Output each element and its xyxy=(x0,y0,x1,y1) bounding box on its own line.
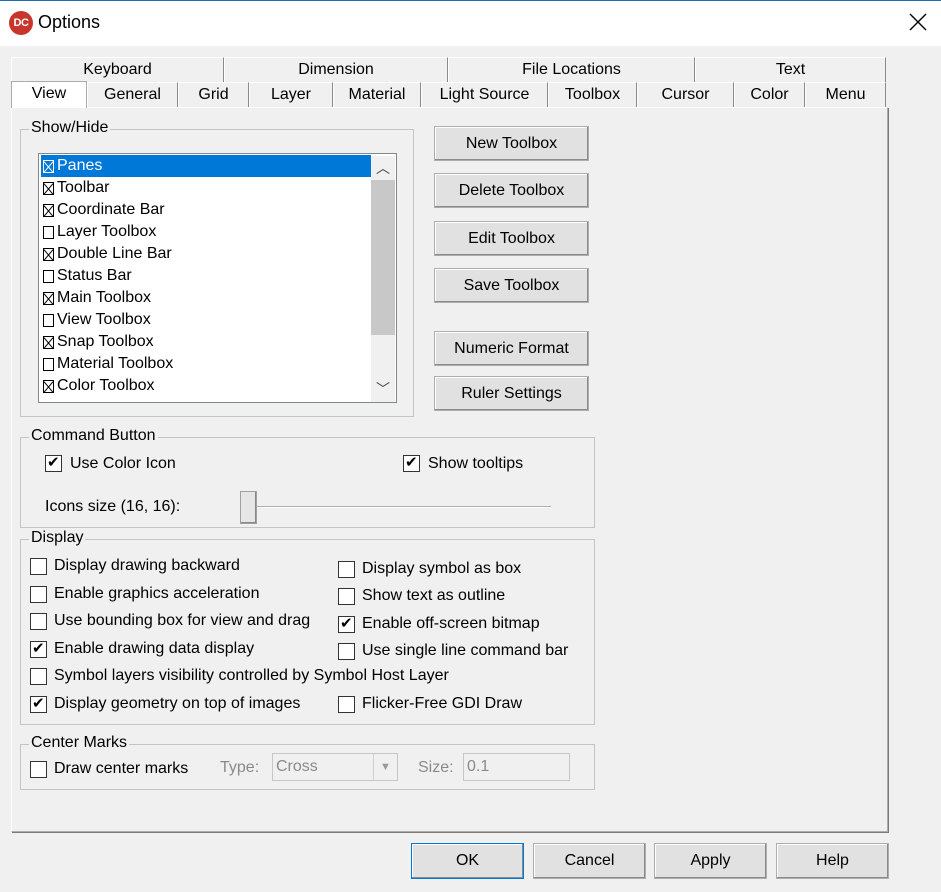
display-backward-checkbox[interactable] xyxy=(30,558,47,575)
list-item[interactable]: Color Toolbox xyxy=(41,375,371,397)
list-item[interactable]: Layer Toolbox xyxy=(41,221,371,243)
tab-file-locations[interactable]: File Locations xyxy=(448,57,695,82)
title-bar xyxy=(0,0,941,46)
checkbox-icon xyxy=(43,380,54,393)
draw-center-marks-checkbox[interactable] xyxy=(30,761,47,778)
scroll-down-icon[interactable]: ﹀ xyxy=(371,378,395,400)
type-label: Type: xyxy=(220,759,260,776)
list-item[interactable]: Snap Toolbox xyxy=(41,331,371,353)
checkbox-icon xyxy=(43,314,54,327)
text-as-outline-label: Show text as outline xyxy=(362,587,506,604)
tab-dimension[interactable]: Dimension xyxy=(224,57,448,82)
text-as-outline-checkbox[interactable] xyxy=(338,588,355,605)
checkbox-icon xyxy=(43,182,54,195)
bounding-box-label: Use bounding box for view and drag xyxy=(54,612,311,629)
flicker-free-gdi-label: Flicker-Free GDI Draw xyxy=(362,695,523,712)
list-item[interactable]: View Toolbox xyxy=(41,309,371,331)
display-label: Display xyxy=(29,529,86,547)
tab-view[interactable]: View xyxy=(11,81,87,108)
list-item[interactable]: Status Bar xyxy=(41,265,371,287)
apply-button[interactable]: Apply xyxy=(654,843,767,879)
checkbox-icon xyxy=(43,226,54,239)
use-color-icon-checkbox[interactable] xyxy=(45,453,62,472)
list-item[interactable]: Main Toolbox xyxy=(41,287,371,309)
tab-color[interactable]: Color xyxy=(734,82,805,107)
scroll-up-icon[interactable]: ︿ xyxy=(371,157,395,179)
tab-general[interactable]: General xyxy=(87,82,178,107)
graphics-acceleration-label: Enable graphics acceleration xyxy=(54,585,260,602)
checkbox-icon xyxy=(43,358,54,371)
draw-center-marks-label: Draw center marks xyxy=(54,760,189,777)
delete-toolbox-button[interactable]: Delete Toolbox xyxy=(434,173,589,208)
size-label: Size: xyxy=(418,759,454,776)
symbol-as-box-checkbox[interactable] xyxy=(338,561,355,578)
checkbox-icon xyxy=(43,402,54,403)
offscreen-bitmap-label: Enable off-screen bitmap xyxy=(362,615,540,632)
save-toolbox-button[interactable]: Save Toolbox xyxy=(434,268,589,303)
list-item[interactable]: Panes xyxy=(41,155,371,177)
checkbox-icon xyxy=(43,248,54,261)
display-backward-label: Display drawing backward xyxy=(54,557,240,574)
close-icon[interactable] xyxy=(905,9,931,35)
symbol-as-box-label: Display symbol as box xyxy=(362,560,522,577)
numeric-format-button[interactable]: Numeric Format xyxy=(434,331,589,366)
list-item[interactable]: Material Toolbox xyxy=(41,353,371,375)
checkbox-icon xyxy=(43,292,54,305)
ruler-settings-button[interactable]: Ruler Settings xyxy=(434,376,589,411)
geometry-on-top-label: Display geometry on top of images xyxy=(54,695,301,712)
list-item[interactable]: Coordinate Bar xyxy=(41,199,371,221)
drawing-data-display-checkbox[interactable] xyxy=(30,639,47,658)
tab-material[interactable]: Material xyxy=(333,82,421,107)
tab-grid[interactable]: Grid xyxy=(178,82,249,107)
tab-layer[interactable]: Layer xyxy=(249,82,333,107)
icons-size-label: Icons size (16, 16): xyxy=(45,498,181,515)
scrollbar-thumb[interactable] xyxy=(371,180,395,335)
graphics-acceleration-checkbox[interactable] xyxy=(30,586,47,603)
use-color-icon-label: Use Color Icon xyxy=(70,455,176,472)
window-title: Options xyxy=(38,12,101,32)
checkbox-icon xyxy=(43,160,54,173)
command-button-label: Command Button xyxy=(29,427,158,445)
show-hide-label: Show/Hide xyxy=(29,119,111,137)
checkbox-icon xyxy=(43,336,54,349)
single-line-command-bar-label: Use single line command bar xyxy=(362,642,569,659)
cancel-button[interactable]: Cancel xyxy=(533,843,646,879)
tab-toolbox[interactable]: Toolbox xyxy=(548,82,637,107)
chevron-down-icon[interactable]: ▼ xyxy=(373,754,397,780)
bounding-box-checkbox[interactable] xyxy=(30,613,47,630)
edit-toolbox-button[interactable]: Edit Toolbox xyxy=(434,221,589,256)
show-tooltips-label: Show tooltips xyxy=(428,455,524,472)
show-hide-listbox[interactable]: Panes Toolbar Coordinate Bar Layer Toolb… xyxy=(38,153,397,403)
size-field[interactable]: 0.1 xyxy=(463,753,570,781)
list-item[interactable]: Double Line Bar xyxy=(41,243,371,265)
tab-menu[interactable]: Menu xyxy=(805,82,886,107)
tab-light-source[interactable]: Light Source xyxy=(421,82,548,107)
app-icon: DC xyxy=(9,11,33,35)
show-tooltips-checkbox[interactable] xyxy=(403,453,420,472)
center-marks-label: Center Marks xyxy=(29,734,130,752)
type-value: Cross xyxy=(276,758,318,775)
icons-size-slider[interactable] xyxy=(255,506,551,508)
help-button[interactable]: Help xyxy=(776,843,889,879)
checkbox-icon xyxy=(43,270,54,283)
tab-cursor[interactable]: Cursor xyxy=(637,82,734,107)
slider-thumb[interactable] xyxy=(240,491,257,524)
symbol-layers-checkbox[interactable] xyxy=(30,668,47,685)
type-select[interactable]: Cross ▼ xyxy=(272,753,398,781)
drawing-data-display-label: Enable drawing data display xyxy=(54,640,255,657)
size-value: 0.1 xyxy=(467,758,490,775)
geometry-on-top-checkbox[interactable] xyxy=(30,694,47,713)
single-line-command-bar-checkbox[interactable] xyxy=(338,643,355,660)
list-item[interactable]: Toolbar xyxy=(41,177,371,199)
symbol-layers-label: Symbol layers visibility controlled by S… xyxy=(54,667,449,684)
checkbox-icon xyxy=(43,204,54,217)
offscreen-bitmap-checkbox[interactable] xyxy=(338,614,355,633)
new-toolbox-button[interactable]: New Toolbox xyxy=(434,126,589,161)
flicker-free-gdi-checkbox[interactable] xyxy=(338,696,355,713)
list-item-partial[interactable] xyxy=(41,397,371,403)
tab-keyboard[interactable]: Keyboard xyxy=(11,57,224,82)
ok-button[interactable]: OK xyxy=(411,843,524,879)
tab-text[interactable]: Text xyxy=(695,57,886,82)
